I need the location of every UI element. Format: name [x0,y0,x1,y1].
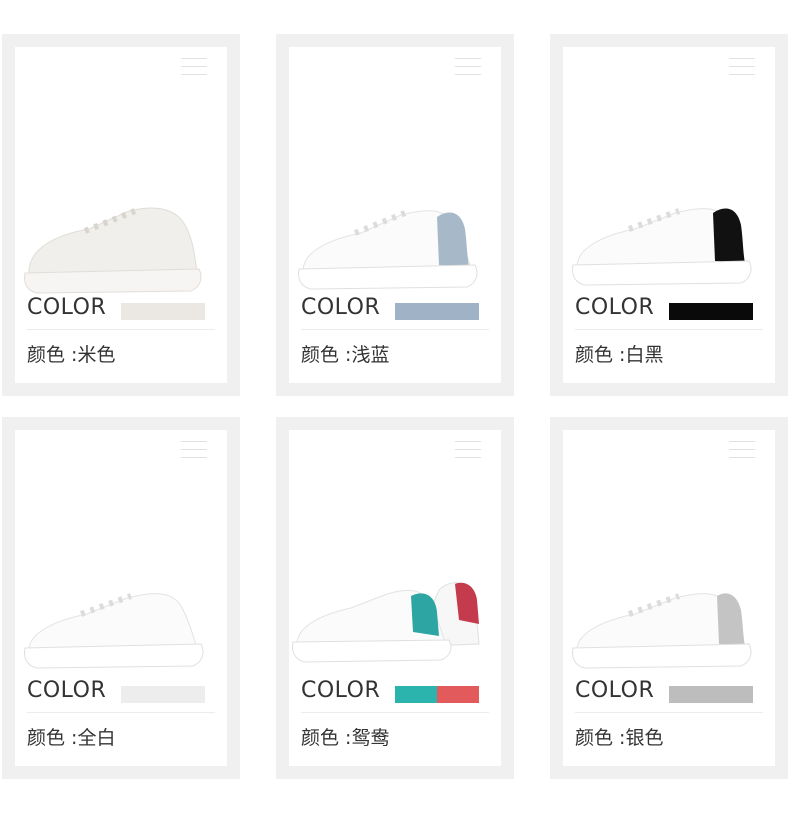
product-card-inner: COLOR 颜色 :米色 [15,47,227,383]
color-label: COLOR [301,295,381,320]
color-swatch [669,686,753,703]
menu-icon [729,441,755,458]
color-label: COLOR [575,295,655,320]
product-card[interactable]: COLOR 颜色 :鸳鸯 [276,417,514,779]
product-card[interactable]: COLOR 颜色 :全白 [2,417,240,779]
divider [575,712,763,713]
divider [301,712,489,713]
color-swatch [395,686,479,703]
color-swatch [395,303,479,320]
menu-icon [181,441,207,458]
color-swatch [669,303,753,320]
menu-icon [455,58,481,75]
sneaker-image [24,593,204,669]
color-name: 颜色 :全白 [27,727,116,749]
sneaker-image [298,210,478,290]
color-name: 颜色 :米色 [27,344,116,366]
color-name: 颜色 :浅蓝 [301,344,390,366]
product-card[interactable]: COLOR 颜色 :白黑 [550,34,788,396]
product-card-inner: COLOR 颜色 :白黑 [563,47,775,383]
color-name: 颜色 :鸳鸯 [301,727,390,749]
sneaker-image [292,582,480,663]
product-card-inner: COLOR 颜色 :浅蓝 [289,47,501,383]
product-card-inner: COLOR 颜色 :银色 [563,430,775,766]
product-card[interactable]: COLOR 颜色 :浅蓝 [276,34,514,396]
sneaker-image [24,207,202,294]
sneaker-image [572,593,752,669]
color-name: 颜色 :银色 [575,727,664,749]
color-swatch [121,686,205,703]
menu-icon [455,441,481,458]
menu-icon [181,58,207,75]
sneaker-image [572,208,752,286]
color-label: COLOR [27,295,107,320]
product-card-inner: COLOR 颜色 :全白 [15,430,227,766]
color-label: COLOR [301,678,381,703]
color-label: COLOR [27,678,107,703]
color-label: COLOR [575,678,655,703]
menu-icon [729,58,755,75]
product-card[interactable]: COLOR 颜色 :银色 [550,417,788,779]
color-swatch [121,303,205,320]
product-card-inner: COLOR 颜色 :鸳鸯 [289,430,501,766]
divider [27,712,215,713]
product-card[interactable]: COLOR 颜色 :米色 [2,34,240,396]
divider [575,329,763,330]
divider [27,329,215,330]
color-name: 颜色 :白黑 [575,344,664,366]
divider [301,329,489,330]
